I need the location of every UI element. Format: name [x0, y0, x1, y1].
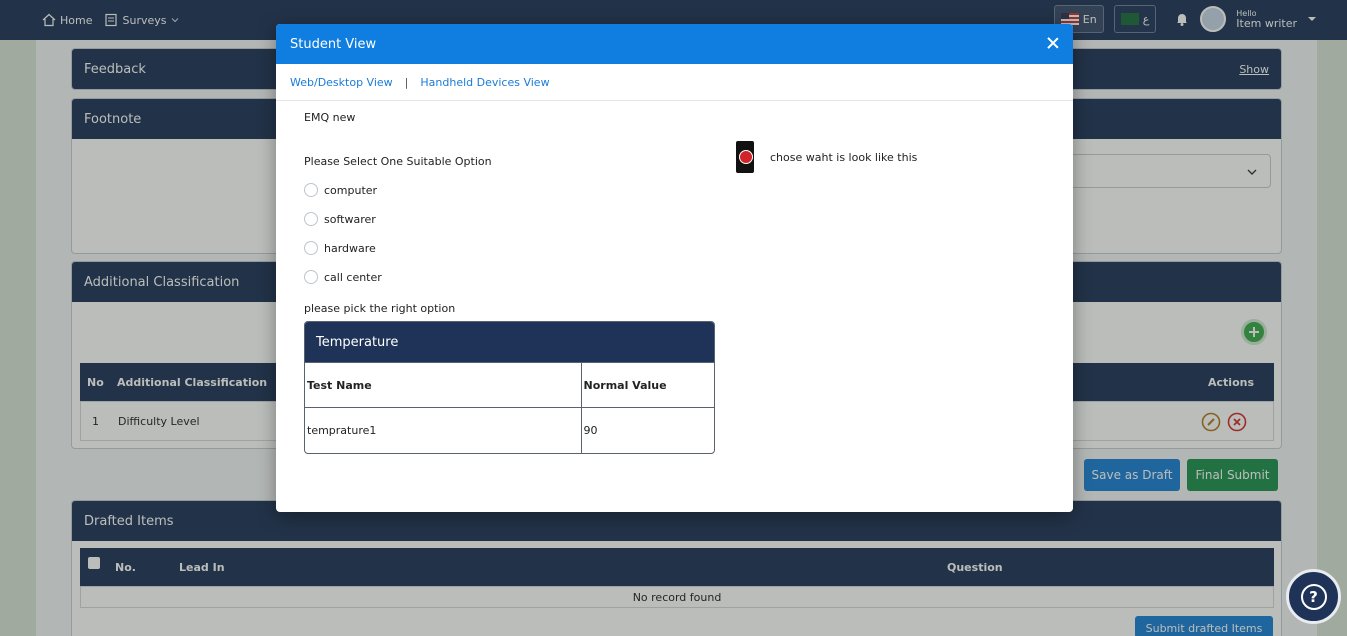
- option-label: hardware: [324, 241, 376, 255]
- lead-in-text: EMQ new: [304, 111, 356, 124]
- media-option: chose waht is look like this: [736, 141, 917, 173]
- option-call-center[interactable]: call center: [304, 270, 382, 284]
- help-button[interactable]: ?: [1286, 569, 1341, 624]
- option-label: softwarer: [324, 212, 376, 226]
- view-tabs: Web/Desktop View | Handheld Devices View: [276, 64, 1073, 101]
- option-softwarer[interactable]: softwarer: [304, 212, 376, 226]
- modal-header: Student View: [276, 24, 1073, 64]
- temperature-table: Temperature Test Name Normal Value tempr…: [304, 321, 715, 454]
- cell-normal-value: 90: [580, 407, 714, 453]
- table-row: temprature1 90: [305, 407, 714, 453]
- modal-title: Student View: [290, 36, 377, 52]
- option-label: computer: [324, 183, 378, 197]
- cell-test-name: temprature1: [305, 407, 581, 453]
- tab-handheld-devices-view[interactable]: Handheld Devices View: [420, 76, 549, 89]
- question-1-text: Please Select One Suitable Option: [304, 155, 492, 168]
- tab-separator: |: [404, 75, 409, 89]
- header-test-name: Test Name: [305, 362, 581, 408]
- option-computer[interactable]: computer: [304, 183, 377, 197]
- option-radio[interactable]: [304, 183, 318, 197]
- option-radio[interactable]: [304, 241, 318, 255]
- question-2-text: please pick the right option: [304, 302, 456, 315]
- option-label: call center: [324, 270, 382, 284]
- play-icon[interactable]: [736, 141, 754, 173]
- student-view-modal: Student View Web/Desktop View | Handheld…: [276, 24, 1073, 512]
- option-radio[interactable]: [304, 212, 318, 226]
- media-caption: chose waht is look like this: [770, 150, 918, 164]
- close-icon[interactable]: [1045, 35, 1061, 51]
- option-radio[interactable]: [304, 270, 318, 284]
- temperature-table-grid: Test Name Normal Value temprature1 90: [305, 362, 714, 453]
- table-header-row: Test Name Normal Value: [305, 362, 714, 408]
- temperature-table-title: Temperature: [305, 322, 714, 362]
- option-hardware[interactable]: hardware: [304, 241, 376, 255]
- tab-web-desktop-view[interactable]: Web/Desktop View: [290, 76, 393, 89]
- help-icon: ?: [1300, 583, 1327, 610]
- header-normal-value: Normal Value: [580, 362, 714, 408]
